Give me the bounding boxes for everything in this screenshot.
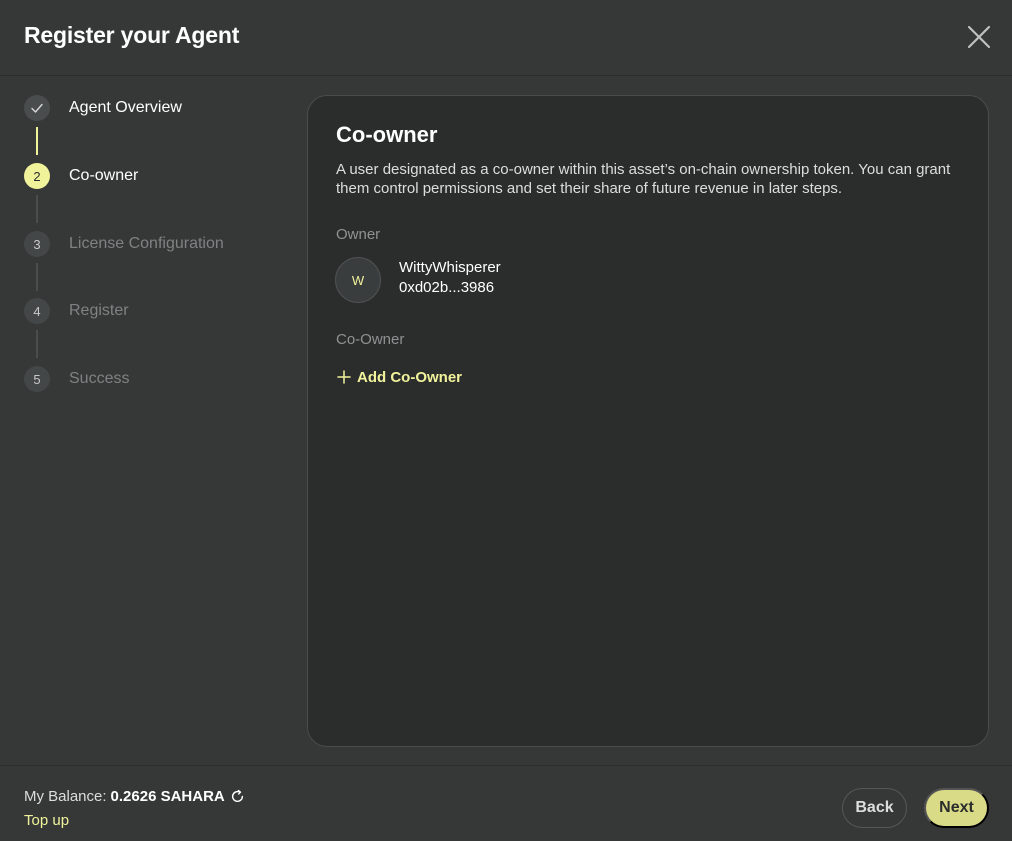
next-button[interactable]: Next: [924, 788, 989, 828]
co-owner-label: Co-Owner: [336, 331, 405, 348]
step-label: Agent Overview: [69, 99, 182, 116]
back-button[interactable]: Back: [842, 788, 907, 828]
step-label: Success: [69, 370, 130, 387]
modal-title: Register your Agent: [24, 22, 240, 48]
co-owner-panel: Co-owner A user designated as a co-owner…: [307, 95, 989, 747]
step-5-indicator: 5: [24, 366, 50, 392]
modal-header: Register your Agent: [0, 0, 1012, 76]
owner-label: Owner: [336, 226, 381, 243]
step-connector: [36, 127, 38, 155]
close-button[interactable]: [962, 20, 996, 54]
step-connector: [36, 263, 38, 291]
owner-name: WittyWhisperer: [399, 259, 501, 276]
step-label: Co-owner: [69, 167, 139, 184]
step-1-indicator: [24, 95, 50, 121]
top-up-link[interactable]: Top up: [24, 812, 69, 829]
step-label: License Configuration: [69, 235, 224, 252]
add-co-owner-label: Add Co-Owner: [357, 368, 462, 386]
section-title: Co-owner: [336, 122, 438, 147]
step-connector: [36, 195, 38, 223]
step-3-indicator: 3: [24, 231, 50, 257]
step-4-indicator: 4: [24, 298, 50, 324]
step-label: Register: [69, 302, 129, 319]
avatar: W: [335, 257, 381, 303]
balance-label: My Balance:: [24, 788, 107, 805]
check-icon: [31, 103, 43, 113]
add-co-owner-button[interactable]: Add Co-Owner: [336, 366, 462, 388]
step-2-indicator: 2: [24, 163, 50, 189]
owner-address: 0xd02b...3986: [399, 279, 495, 296]
section-description: A user designated as a co-owner within t…: [336, 161, 951, 197]
close-icon: [967, 25, 991, 49]
refresh-icon[interactable]: [230, 789, 245, 804]
balance-value: 0.2626 SAHARA: [110, 788, 225, 805]
balance: My Balance: 0.2626 SAHARA: [24, 788, 245, 805]
modal-footer: My Balance: 0.2626 SAHARA Top up Back Ne…: [0, 765, 1012, 841]
plus-icon: [337, 370, 351, 384]
step-connector: [36, 330, 38, 358]
